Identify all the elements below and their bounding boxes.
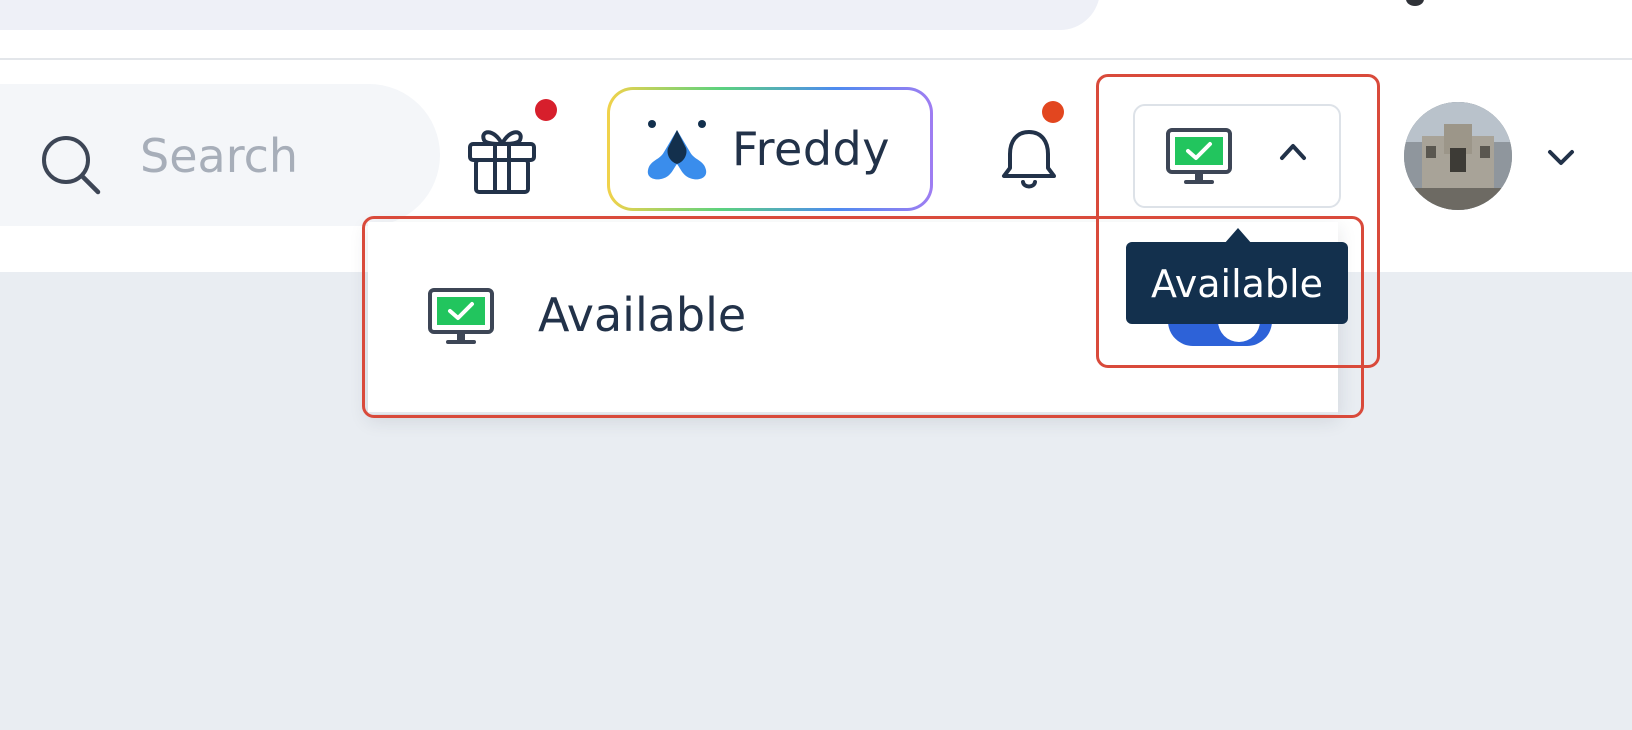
browser-address-bar[interactable]	[0, 0, 1100, 30]
avatar[interactable]	[1404, 102, 1512, 210]
freddy-label: Freddy	[732, 122, 890, 176]
gift-icon[interactable]	[466, 120, 538, 196]
browser-top-strip	[0, 0, 1632, 60]
app-root: Freddy	[0, 0, 1632, 730]
status-option-label: Available	[538, 288, 747, 342]
avatar-image	[1404, 102, 1512, 210]
monitor-available-icon	[428, 288, 494, 344]
browser-menu-icon[interactable]	[1406, 0, 1424, 6]
search-icon[interactable]	[38, 132, 104, 198]
monitor-available-icon	[1166, 128, 1232, 184]
freddy-logo-icon	[647, 120, 707, 180]
search-input[interactable]	[140, 126, 400, 186]
chevron-up-icon	[1280, 144, 1306, 160]
tooltip-text: Available	[1150, 262, 1323, 306]
availability-status-button[interactable]	[1133, 104, 1341, 208]
bell-notification-dot	[1042, 101, 1064, 123]
bell-icon[interactable]	[998, 126, 1060, 192]
gift-notification-dot	[535, 99, 557, 121]
chevron-down-icon[interactable]	[1546, 146, 1576, 168]
